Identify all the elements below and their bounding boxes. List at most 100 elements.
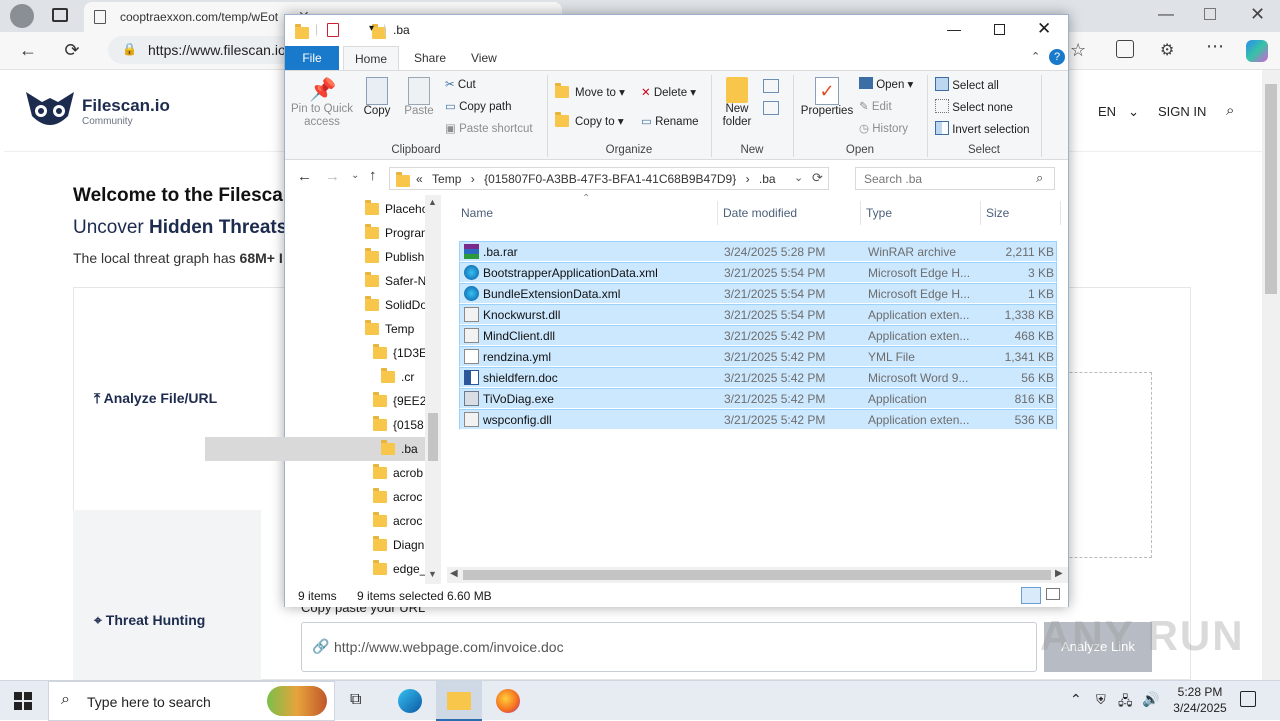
explorer-taskbar-button[interactable]: [436, 681, 482, 721]
tab-file[interactable]: File: [285, 46, 339, 70]
open-button[interactable]: Open ▾: [859, 77, 913, 91]
breadcrumb-guid[interactable]: {015807F0-A3BB-47F3-BFA1-41C68B9B47D9}: [484, 172, 736, 186]
search-box[interactable]: Search .ba ⌕: [855, 167, 1055, 190]
up-icon[interactable]: ↑: [369, 167, 377, 184]
file-row[interactable]: TiVoDiag.exe 3/21/2025 5:42 PM Application…: [459, 388, 1057, 409]
column-size[interactable]: Size: [981, 201, 1061, 225]
scroll-thumb[interactable]: [1265, 84, 1277, 294]
more-icon[interactable]: ⋯: [1206, 36, 1224, 57]
file-row[interactable]: shieldfern.doc 3/21/2025 5:42 PM Microsoft…: [459, 367, 1057, 388]
nav-item[interactable]: Safer-N: [285, 269, 425, 293]
copy-to-button[interactable]: Copy to ▾: [555, 112, 624, 128]
qat-dropdown-icon[interactable]: ▾: [369, 23, 374, 34]
scroll-right-icon[interactable]: ▶: [1055, 568, 1063, 579]
help-icon[interactable]: ?: [1049, 49, 1065, 65]
language-select[interactable]: EN ⌄: [1098, 104, 1139, 120]
nav-scrollbar[interactable]: ▲ ▼: [425, 195, 441, 584]
horizontal-scrollbar[interactable]: ◀ ▶: [447, 567, 1068, 583]
column-type[interactable]: Type: [861, 201, 981, 225]
nav-item[interactable]: {9EE29: [285, 389, 425, 413]
edit-button[interactable]: ✎ Edit: [859, 99, 892, 113]
chevron-right-icon[interactable]: ›: [746, 172, 750, 186]
scroll-thumb[interactable]: [428, 413, 438, 461]
extensions-icon[interactable]: ⚙: [1160, 40, 1174, 60]
analyze-tab[interactable]: ⤒ Analyze File/URL: [94, 390, 217, 407]
nav-item[interactable]: Temp: [285, 317, 425, 341]
signin-link[interactable]: SIGN IN: [1158, 104, 1206, 119]
new-item-icon[interactable]: [763, 79, 779, 93]
nav-item[interactable]: Publish: [285, 245, 425, 269]
nav-item[interactable]: Program: [285, 221, 425, 245]
nav-item[interactable]: Diagn: [285, 533, 425, 557]
paste-button[interactable]: Paste: [403, 77, 435, 117]
nav-item[interactable]: acroc: [285, 485, 425, 509]
nav-item[interactable]: edge_: [285, 557, 425, 581]
refresh-icon[interactable]: ⟳: [58, 36, 86, 64]
address-box[interactable]: « Temp › {015807F0-A3BB-47F3-BFA1-41C68B…: [389, 167, 829, 190]
easy-access-icon[interactable]: [763, 101, 779, 115]
history-button[interactable]: ◷ History: [859, 121, 908, 135]
nav-item[interactable]: {0158: [285, 413, 425, 437]
large-icons-view-icon[interactable]: [1046, 588, 1060, 600]
breadcrumb-overflow[interactable]: «: [416, 172, 423, 186]
chevron-right-icon[interactable]: ›: [471, 172, 475, 186]
logo-name[interactable]: Filescan.io: [82, 96, 170, 116]
windows-start-icon[interactable]: [14, 692, 32, 710]
back-icon[interactable]: ←: [14, 36, 42, 64]
maximize-icon[interactable]: [994, 24, 1005, 35]
scroll-up-icon[interactable]: ▲: [428, 197, 437, 207]
file-row[interactable]: MindClient.dll 3/21/2025 5:42 PM Applicati…: [459, 325, 1057, 346]
file-row[interactable]: Knockwurst.dll 3/21/2025 5:54 PM Applicati…: [459, 304, 1057, 325]
file-row[interactable]: BootstrapperApplicationData.xml 3/21/2025…: [459, 262, 1057, 283]
security-icon[interactable]: ⛨: [1096, 692, 1106, 708]
scroll-thumb[interactable]: [463, 570, 1051, 580]
clock[interactable]: 5:28 PM 3/24/2025: [1164, 684, 1236, 716]
copilot-icon[interactable]: [1246, 40, 1268, 62]
nav-item[interactable]: SolidDo: [285, 293, 425, 317]
column-name[interactable]: Name: [456, 201, 718, 225]
close-window-icon[interactable]: ✕: [1250, 4, 1265, 25]
delete-button[interactable]: ✕ Delete ▾: [641, 85, 696, 99]
move-to-button[interactable]: Move to ▾: [555, 83, 625, 99]
scroll-left-icon[interactable]: ◀: [450, 568, 458, 579]
back-icon[interactable]: ←: [297, 168, 312, 185]
taskbar-search[interactable]: ⌕ Type here to search: [48, 681, 335, 721]
network-icon[interactable]: 🖧: [1118, 692, 1133, 714]
recent-locations-icon[interactable]: ⌄: [351, 170, 359, 181]
copy-path-button[interactable]: ▭ Copy path: [445, 99, 512, 113]
edge-icon[interactable]: [398, 689, 422, 713]
paste-shortcut-button[interactable]: ▣ Paste shortcut: [445, 121, 533, 135]
task-view-icon[interactable]: ⧉: [350, 691, 361, 709]
firefox-icon[interactable]: [496, 689, 520, 713]
breadcrumb-temp[interactable]: Temp: [432, 172, 461, 186]
close-icon[interactable]: ✕: [1037, 19, 1051, 39]
new-folder-button[interactable]: New folder: [717, 77, 757, 129]
details-view-icon[interactable]: [1021, 587, 1041, 604]
search-icon[interactable]: ⌕: [1226, 102, 1234, 119]
favorite-icon[interactable]: ☆: [1070, 40, 1086, 61]
threat-hunting-tab[interactable]: ⌖ Threat Hunting: [94, 612, 205, 629]
nav-item[interactable]: .cr: [285, 365, 425, 389]
refresh-icon[interactable]: ⟳: [812, 170, 823, 186]
collapse-ribbon-icon[interactable]: ⌃: [1031, 50, 1040, 63]
site-scrollbar[interactable]: [1262, 70, 1280, 680]
notifications-icon[interactable]: [1240, 691, 1256, 707]
invert-selection-button[interactable]: Invert selection: [935, 121, 1030, 136]
column-date[interactable]: Date modified: [718, 201, 861, 225]
minimize-icon[interactable]: —: [1158, 6, 1174, 24]
rename-button[interactable]: ▭ Rename: [641, 114, 699, 128]
restore-icon[interactable]: [1204, 8, 1216, 20]
tab-share[interactable]: Share: [403, 46, 457, 70]
file-row[interactable]: .ba.rar 3/24/2025 5:28 PM WinRAR archive 2,…: [459, 241, 1057, 262]
nav-item[interactable]: acroc: [285, 509, 425, 533]
nav-item[interactable]: Placeho: [285, 197, 425, 221]
profile-avatar-icon[interactable]: [10, 4, 34, 28]
forward-icon[interactable]: →: [325, 168, 340, 185]
address-bar[interactable]: 🔒 https://www.filescan.io: [108, 36, 298, 64]
file-row[interactable]: wspconfig.dll 3/21/2025 5:42 PM Applicatio…: [459, 409, 1057, 430]
tray-overflow-icon[interactable]: ⌃: [1070, 691, 1082, 708]
pin-quick-access-button[interactable]: 📌 Pin to Quick access: [291, 77, 353, 129]
select-none-button[interactable]: Select none: [935, 99, 1013, 114]
tab-view[interactable]: View: [460, 46, 508, 70]
url-input[interactable]: 🔗 http://www.webpage.com/invoice.doc: [301, 622, 1037, 672]
